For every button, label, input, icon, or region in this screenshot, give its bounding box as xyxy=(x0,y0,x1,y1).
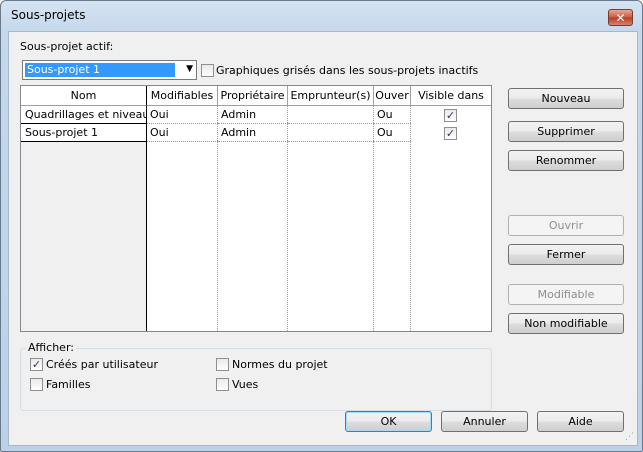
row-name[interactable]: Quadrillages et niveau xyxy=(21,106,146,124)
user-created-checkbox[interactable]: ✓ xyxy=(30,358,43,371)
row-name[interactable]: Sous-projet 1 xyxy=(21,124,146,142)
show-label: Afficher: xyxy=(26,341,76,354)
subprojects-dialog: Sous-projets ✕ Sous-projet actif: Sous-p… xyxy=(0,0,643,452)
help-button[interactable]: Aide xyxy=(537,411,624,432)
header-editable[interactable]: Modifiables xyxy=(147,86,218,106)
views-checkbox[interactable] xyxy=(216,378,229,391)
close-subproject-button[interactable]: Fermer xyxy=(508,244,624,265)
not-editable-button[interactable]: Non modifiable xyxy=(508,313,624,334)
row-borrowers xyxy=(288,124,374,142)
resize-grip-icon[interactable]: ⋰ xyxy=(625,433,635,443)
dialog-body: Sous-projet actif: Sous-projet 1 ▼ Graph… xyxy=(8,31,638,446)
row-visible-checkbox[interactable]: ✓ xyxy=(444,109,457,122)
header-visible[interactable]: Visible dans xyxy=(411,86,491,106)
row-editable[interactable]: Oui xyxy=(147,106,218,124)
families-label: Familles xyxy=(46,378,91,391)
open-button[interactable]: Ouvrir xyxy=(508,215,624,236)
editable-button[interactable]: Modifiable xyxy=(508,284,624,305)
close-button[interactable]: ✕ xyxy=(608,9,633,26)
cancel-button[interactable]: Annuler xyxy=(441,411,528,432)
row-open[interactable]: Ou xyxy=(374,106,411,124)
title-bar[interactable]: Sous-projets ✕ xyxy=(1,1,642,31)
header-name[interactable]: Nom xyxy=(21,86,147,106)
user-created-label: Créés par utilisateur xyxy=(46,358,158,371)
project-standards-checkbox[interactable] xyxy=(216,358,229,371)
project-standards-label: Normes du projet xyxy=(232,358,328,371)
subprojects-table: Nom Modifiables Propriétaire Emprunteur(… xyxy=(20,85,492,332)
active-subproject-label: Sous-projet actif: xyxy=(20,40,114,53)
row-editable[interactable]: Oui xyxy=(147,124,218,142)
row-borrowers xyxy=(288,106,374,124)
header-borrowers[interactable]: Emprunteur(s) xyxy=(288,86,374,106)
rename-button[interactable]: Renommer xyxy=(508,150,624,171)
views-label: Vues xyxy=(232,378,259,391)
ok-button[interactable]: OK xyxy=(345,411,432,432)
window-title: Sous-projets xyxy=(11,8,86,22)
families-checkbox[interactable] xyxy=(30,378,43,391)
gray-inactive-checkbox[interactable] xyxy=(201,64,214,77)
active-subproject-value: Sous-projet 1 xyxy=(25,63,175,77)
delete-button[interactable]: Supprimer xyxy=(508,121,624,142)
gray-inactive-label: Graphiques grisés dans les sous-projets … xyxy=(216,64,479,77)
row-owner: Admin xyxy=(218,106,288,124)
header-owner[interactable]: Propriétaire xyxy=(218,86,288,106)
row-visible-checkbox[interactable]: ✓ xyxy=(444,127,457,140)
row-owner: Admin xyxy=(218,124,288,142)
header-open[interactable]: Ouver xyxy=(374,86,411,106)
new-button[interactable]: Nouveau xyxy=(508,88,624,109)
row-open[interactable]: Ou xyxy=(374,124,411,142)
active-subproject-dropdown[interactable]: Sous-projet 1 ▼ xyxy=(22,60,197,80)
chevron-down-icon[interactable]: ▼ xyxy=(186,64,193,74)
column-visible xyxy=(411,86,491,331)
